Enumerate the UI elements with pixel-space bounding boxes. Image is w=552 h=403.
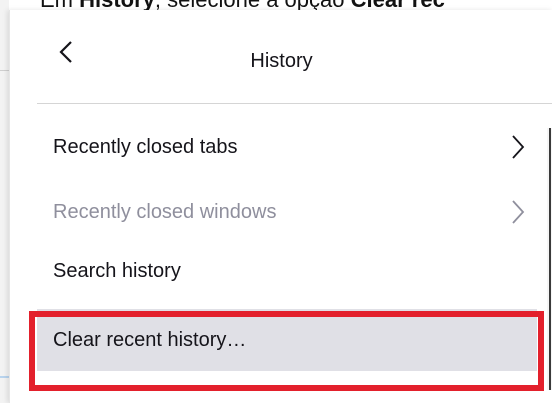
menu-item-label: Clear recent history… bbox=[53, 328, 247, 351]
menu-item-clear-recent-history[interactable]: Clear recent history… bbox=[37, 309, 537, 371]
screenshot-root: Em History, selecione a opção Clear rec … bbox=[0, 0, 552, 403]
menu-item-label: Recently closed tabs bbox=[53, 135, 238, 158]
history-panel: History Recently closed tabs Recently cl… bbox=[9, 10, 552, 403]
menu-item-label: Recently closed windows bbox=[53, 200, 277, 223]
background-divider bbox=[0, 70, 9, 71]
menu-item-search-history[interactable]: Search history bbox=[37, 240, 537, 302]
chevron-right-icon bbox=[512, 200, 525, 224]
header-separator bbox=[37, 103, 552, 104]
menu-item-label: Search history bbox=[53, 259, 181, 282]
scrollbar-thumb[interactable] bbox=[549, 128, 551, 390]
menu-item-recently-closed-tabs[interactable]: Recently closed tabs bbox=[37, 116, 537, 178]
panel-title: History bbox=[250, 50, 313, 72]
menu-item-recently-closed-windows: Recently closed windows bbox=[37, 181, 537, 243]
background-browser-area bbox=[0, 0, 9, 403]
panel-header: History bbox=[10, 10, 552, 103]
chevron-right-icon bbox=[512, 135, 525, 159]
